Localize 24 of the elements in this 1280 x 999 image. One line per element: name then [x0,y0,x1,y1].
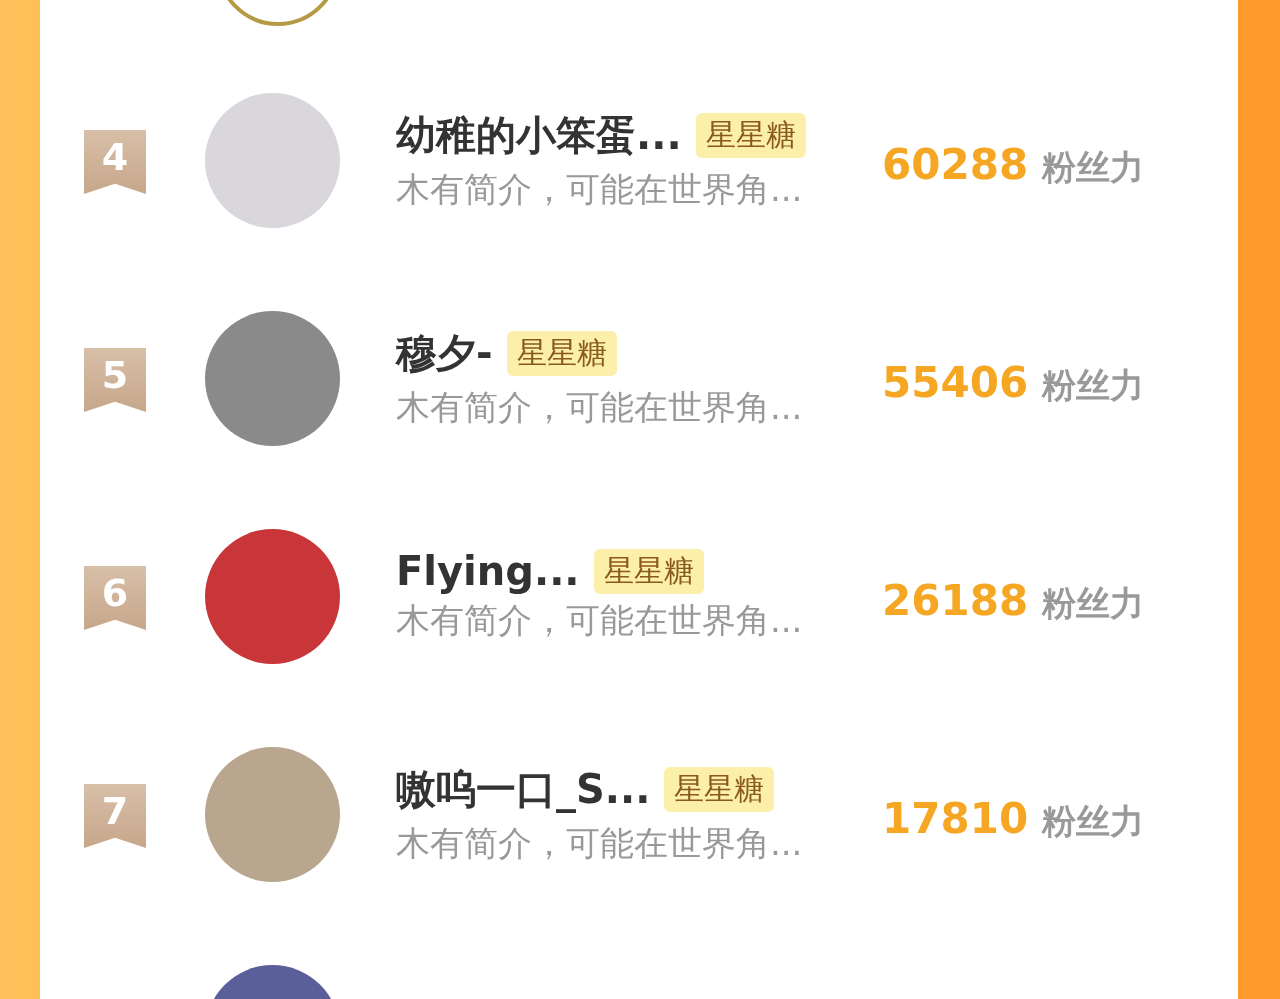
rank-ribbon: 7 [84,784,146,848]
level-badge: 星星糖 [506,330,617,376]
user-name[interactable]: 幼稚的小笨蛋... [396,107,682,163]
score-unit: 粉丝力 [1042,363,1145,407]
level-badge: 星星糖 [593,548,704,594]
rank-ribbon: 6 [84,566,146,630]
user-name[interactable]: 穆夕- [396,325,493,381]
rank-ribbon: 5 [84,348,146,412]
score-unit: 粉丝力 [1042,581,1145,625]
user-bio: 木有简介，可能在世界角... [396,385,804,429]
user-bio: 木有简介，可能在世界角... [396,167,804,211]
level-badge: 星星糖 [664,766,775,812]
user-name[interactable]: 嗷呜一口_S... [396,761,651,817]
score-unit: 粉丝力 [1042,799,1145,843]
score-unit: 粉丝力 [1042,145,1145,189]
user-name[interactable]: Flying... [396,548,580,594]
fan-score: 55406 [882,357,1029,407]
user-bio: 木有简介，可能在世界角... [396,599,804,642]
user-bio: 木有简介，可能在世界角... [396,821,804,865]
fan-score: 26188 [882,575,1029,625]
fan-score: 60288 [882,139,1029,189]
level-badge: 星星糖 [695,112,806,158]
fan-score: 17810 [882,793,1029,843]
rank-ribbon: 4 [84,130,146,194]
